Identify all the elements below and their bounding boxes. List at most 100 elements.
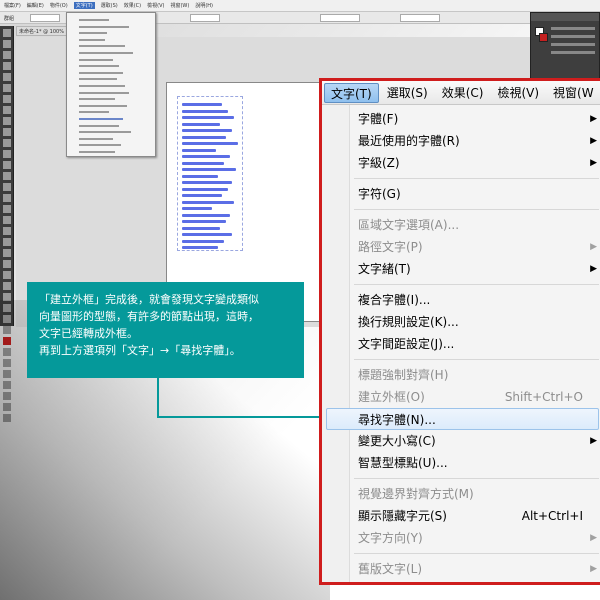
menu-item[interactable]: 複合字體(I)... — [322, 289, 600, 311]
submenu-arrow-icon: ▶ — [590, 242, 597, 252]
submenu-arrow-icon: ▶ — [590, 114, 597, 124]
mini-tool-icon — [2, 62, 11, 70]
instruction-callout: 「建立外框」完成後，就會發現文字變成類似 向量圖形的型態，有許多的節點出現，這時… — [27, 282, 304, 378]
menu-item-label: 複合字體(I)... — [358, 293, 431, 307]
menu-item: 文字方向(Y) ▶ — [322, 527, 600, 549]
callout-connector-line — [157, 416, 327, 418]
mini-outlined-text-block — [177, 96, 243, 251]
menu-separator — [354, 478, 599, 479]
callout-line: 「建立外框」完成後，就會發現文字變成類似 — [39, 293, 259, 306]
menu-item: 路徑文字(P) ▶ — [322, 236, 600, 258]
submenu-arrow-icon: ▶ — [590, 264, 597, 274]
mini-menubar-item: 效果(C) — [123, 3, 142, 9]
mini-stroke-swatch — [539, 33, 548, 42]
menu-item: 建立外框(O) Shift+Ctrl+O — [322, 386, 600, 408]
menu-item-label: 換行規則設定(K)... — [358, 315, 459, 329]
mini-outlined-text-line — [182, 161, 224, 165]
text-menu-dropdown: 字體(F) ▶ 最近使用的字體(R) ▶ 字級(Z) ▶ 字符(G) 區域文字選項(A)...… — [322, 105, 600, 582]
zoomed-menubar: 文字(T) 選取(S) 效果(C) 檢視(V) 視窗(W — [322, 81, 600, 105]
mini-tool-icon — [2, 260, 11, 268]
mini-tool-icon — [2, 95, 11, 103]
menu-text[interactable]: 文字(T) — [324, 82, 379, 103]
menu-item-label: 文字間距設定(J)... — [358, 337, 455, 351]
menu-item[interactable]: 智慧型標點(U)... — [322, 452, 600, 474]
mini-menu-item — [79, 118, 123, 120]
mini-slider — [551, 35, 595, 38]
mini-tool-icon — [2, 271, 11, 279]
mini-menu-item — [79, 52, 133, 54]
mini-text-menu-dropdown — [66, 12, 156, 157]
zoomed-menu-window: 文字(T) 選取(S) 效果(C) 檢視(V) 視窗(W 字體(F) ▶ 最近使用的… — [319, 78, 600, 585]
submenu-arrow-icon: ▶ — [590, 158, 597, 168]
mini-menubar-item: 物件(O) — [49, 3, 68, 9]
mini-menu-item — [79, 32, 107, 35]
mini-tool-icon — [2, 84, 11, 92]
mini-control-field — [190, 14, 220, 22]
menu-item[interactable]: 字級(Z) ▶ — [322, 152, 600, 174]
mini-menu-item — [79, 151, 115, 153]
mini-menu-item — [79, 38, 105, 41]
mini-menu-item — [79, 25, 129, 28]
menu-separator — [354, 209, 599, 210]
mini-menubar: 檔案(F) 編輯(E) 物件(O) 文字(T) 選取(S) 效果(C) 檢視(V) 視窗(W)… — [0, 0, 600, 12]
submenu-arrow-icon: ▶ — [590, 436, 597, 446]
mini-menu-item — [79, 65, 119, 68]
mini-tool-icon — [2, 161, 11, 169]
menu-item[interactable]: 字符(G) — [322, 183, 600, 205]
menu-item[interactable]: 文字間距設定(J)... — [322, 333, 600, 355]
mini-outlined-text-line — [182, 135, 226, 139]
mini-tool-icon — [2, 183, 11, 191]
mini-outlined-text-line — [182, 155, 230, 158]
mini-menu-item — [79, 19, 109, 21]
menu-item-label: 顯示隱藏字元(S) — [358, 509, 447, 523]
mini-tool-icon — [2, 150, 11, 158]
mini-menu-item — [79, 124, 119, 127]
menu-item-label: 尋找字體(N)... — [358, 413, 436, 427]
mini-outlined-text-line — [182, 174, 218, 178]
menu-item-label: 標題強制對齊(H) — [358, 368, 449, 382]
mini-tool-icon — [2, 216, 11, 224]
submenu-arrow-icon: ▶ — [590, 533, 597, 543]
mini-menubar-item: 檔案(F) — [4, 3, 21, 9]
mini-tool-icon — [2, 40, 11, 48]
mini-outlined-text-line — [182, 194, 222, 197]
menu-item-label: 字符(G) — [358, 187, 401, 201]
menu-item-label: 文字方向(Y) — [358, 531, 423, 545]
menu-select[interactable]: 選取(S) — [381, 83, 434, 103]
mini-tool-icon — [2, 172, 11, 180]
mini-menu-item — [79, 137, 113, 140]
menu-item: 舊版文字(L) ▶ — [322, 558, 600, 580]
mini-tool-icon — [2, 205, 11, 213]
mini-menubar-item: 文字(T) — [73, 2, 95, 9]
menu-item[interactable]: 變更大小寫(C) ▶ — [322, 430, 600, 452]
mini-tool-icon — [2, 128, 11, 136]
menu-item[interactable]: 文字緒(T) ▶ — [322, 258, 600, 280]
callout-line: 向量圖形的型態，有許多的節點出現，這時， — [39, 310, 259, 323]
menu-item-label: 視覺邊界對齊方式(M) — [358, 487, 474, 501]
menu-window[interactable]: 視窗(W — [547, 83, 600, 103]
menu-view[interactable]: 檢視(V) — [491, 83, 545, 103]
menu-item-shortcut: Shift+Ctrl+O — [504, 390, 583, 404]
mini-menu-item — [79, 104, 127, 107]
mini-outlined-text-line — [182, 187, 228, 191]
mini-menu-item — [79, 45, 125, 48]
mini-panel-header — [531, 13, 599, 21]
menu-item-shortcut: Alt+Ctrl+I — [521, 509, 583, 523]
menu-item[interactable]: 最近使用的字體(R) ▶ — [322, 130, 600, 152]
menu-item-find-font[interactable]: 尋找字體(N)... — [326, 408, 599, 430]
menu-effect[interactable]: 效果(C) — [436, 83, 490, 103]
mini-outlined-text-line — [182, 233, 232, 236]
mini-tool-icon — [2, 194, 11, 202]
mini-control-label: 群組 — [4, 16, 15, 22]
mini-tool-icon — [2, 73, 11, 81]
menu-item-label: 字級(Z) — [358, 156, 400, 170]
mini-tool-icon — [2, 249, 11, 257]
menu-item[interactable]: 換行規則設定(K)... — [322, 311, 600, 333]
menu-separator — [354, 284, 599, 285]
mini-outlined-text-line — [182, 142, 238, 145]
menu-item[interactable]: 字體(F) ▶ — [322, 108, 600, 130]
menu-item[interactable]: 顯示隱藏字元(S) Alt+Ctrl+I — [322, 505, 600, 527]
mini-outlined-text-line — [182, 246, 218, 249]
menu-item-label: 智慧型標點(U)... — [358, 456, 448, 470]
mini-menu-item — [79, 131, 131, 134]
